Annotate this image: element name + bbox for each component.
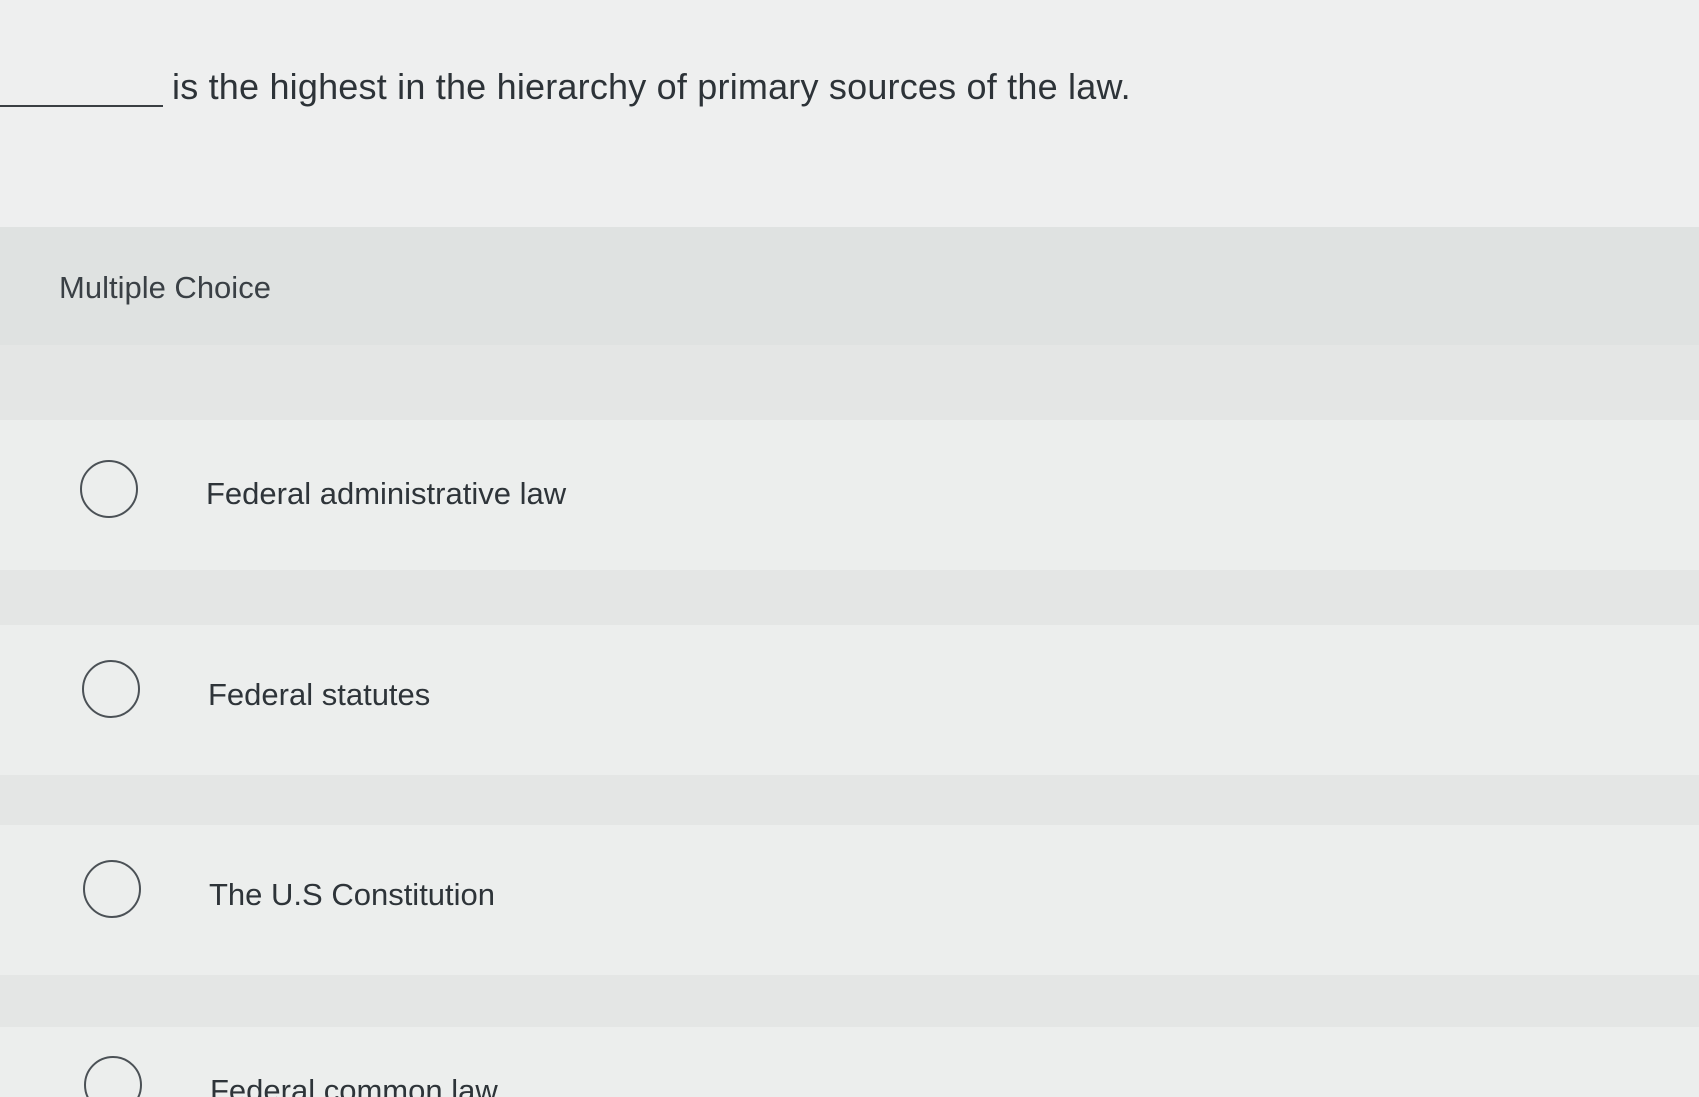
divider bbox=[0, 775, 1699, 825]
choice-label: Federal common law bbox=[210, 1073, 498, 1097]
radio-button[interactable] bbox=[80, 460, 138, 518]
question-text: is the highest in the hierarchy of prima… bbox=[172, 66, 1131, 107]
multiple-choice-label: Multiple Choice bbox=[59, 270, 271, 305]
choice-option-4[interactable]: Federal common law bbox=[0, 1027, 1699, 1097]
radio-button[interactable] bbox=[82, 660, 140, 718]
divider bbox=[0, 345, 1699, 420]
choice-label: Federal statutes bbox=[208, 677, 431, 712]
choice-option-2[interactable]: Federal statutes bbox=[0, 625, 1699, 775]
choice-label: Federal administrative law bbox=[206, 476, 567, 511]
choice-option-3[interactable]: The U.S Constitution bbox=[0, 825, 1699, 975]
answer-blank bbox=[0, 105, 163, 107]
divider bbox=[0, 975, 1699, 1027]
question-area: is the highest in the hierarchy of prima… bbox=[0, 0, 1699, 227]
radio-button[interactable] bbox=[83, 860, 141, 918]
divider bbox=[0, 570, 1699, 625]
choice-option-1[interactable]: Federal administrative law bbox=[0, 420, 1699, 570]
radio-button[interactable] bbox=[84, 1056, 142, 1097]
choice-label: The U.S Constitution bbox=[209, 877, 496, 912]
